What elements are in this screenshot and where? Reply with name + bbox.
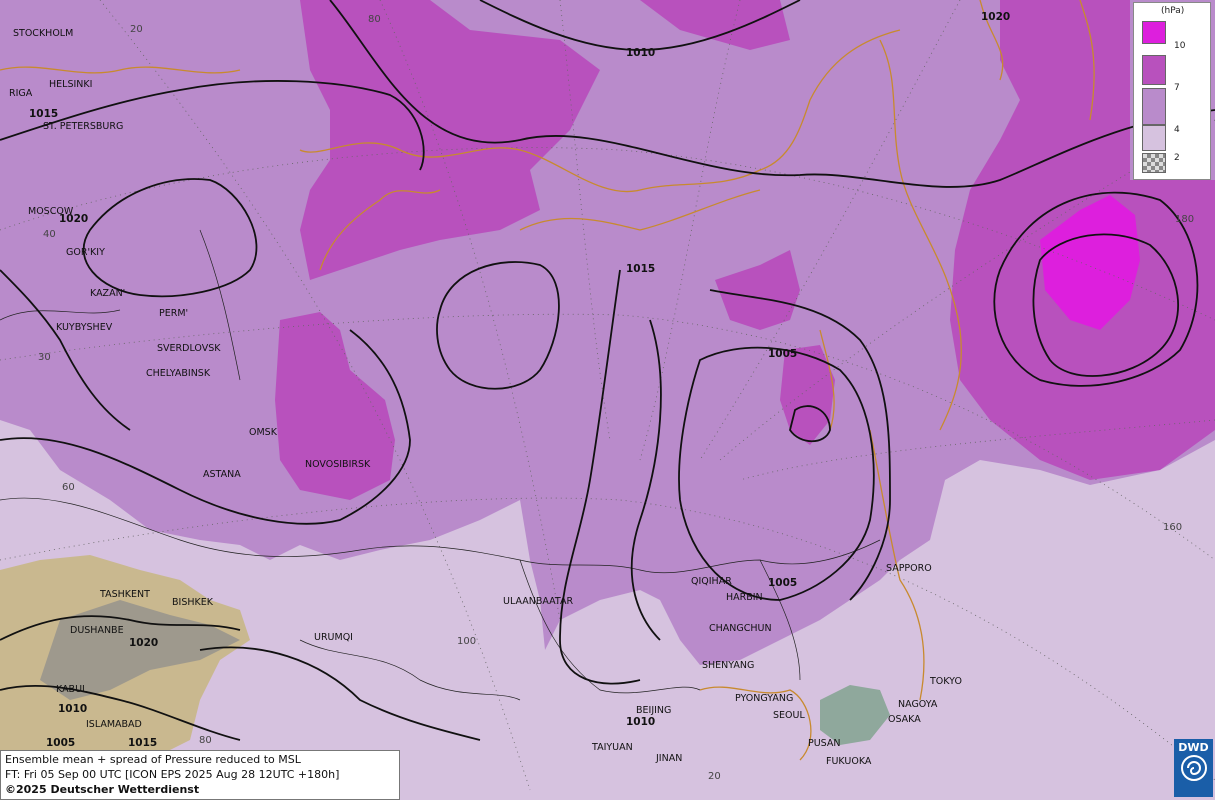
city-perm: PERM'	[159, 308, 188, 319]
isobar-label: 1010	[58, 703, 87, 715]
city-pyongyang: PYONGYANG	[735, 693, 793, 704]
city-qiqihar: QIQIHAR	[691, 576, 732, 587]
city-urumqi: URUMQI	[314, 632, 353, 643]
city-omsk: OMSK	[249, 427, 278, 438]
city-sapporo: SAPPORO	[886, 563, 932, 574]
product-title: Ensemble mean + spread of Pressure reduc…	[5, 753, 301, 766]
city-harbin: HARBIN	[726, 592, 763, 603]
city-kuybyshev: KUYBYSHEV	[56, 322, 113, 333]
city-jinan: JINAN	[655, 753, 682, 764]
city-astana: ASTANA	[203, 469, 241, 480]
city-osaka: OSAKA	[888, 714, 921, 725]
city-st-petersburg: ST. PETERSBURG	[43, 121, 123, 132]
city-bishkek: BISHKEK	[172, 597, 214, 608]
city-gorkiy: GOR'KIY	[66, 247, 105, 258]
isobar-label: 1010	[626, 716, 655, 728]
graticule-label: 60	[62, 482, 75, 493]
legend-level: 2	[1174, 153, 1180, 163]
city-islamabad: ISLAMABAD	[86, 719, 142, 730]
city-fukuoka: FUKUOKA	[826, 756, 872, 767]
city-dushanbe: DUSHANBE	[70, 625, 124, 636]
city-nagoya: NAGOYA	[898, 699, 938, 710]
isobar-label: 1005	[46, 737, 75, 749]
city-beijing: BEIJING	[636, 705, 671, 716]
city-helsinki: HELSINKI	[49, 79, 92, 90]
isobar-label: 1015	[128, 737, 157, 749]
graticule-label: 20	[708, 771, 721, 782]
city-kabul: KABUL	[56, 684, 88, 695]
legend-unit: (hPa)	[1161, 6, 1185, 16]
pressure-map: STOCKHOLM HELSINKI RIGA ST. PETERSBURG M…	[0, 0, 1215, 800]
spread-legend: (hPa) 10 7 4 2	[1133, 2, 1211, 180]
copyright: ©2025 Deutscher Wetterdienst	[5, 783, 200, 796]
legend-swatch-below2	[1142, 153, 1166, 173]
graticule-label: 160	[1163, 522, 1182, 533]
legend-level: 4	[1174, 125, 1180, 135]
dwd-logo: DWD	[1174, 739, 1213, 797]
legend-level: 10	[1174, 41, 1186, 51]
forecast-info-box: Ensemble mean + spread of Pressure reduc…	[0, 750, 400, 800]
legend-swatch-7	[1142, 55, 1166, 85]
city-sverdlovsk: SVERDLOVSK	[157, 343, 221, 354]
city-ulaanbaatar: ULAANBAATAR	[503, 596, 573, 607]
dwd-logo-text: DWD	[1178, 741, 1209, 754]
city-kazan: KAZAN'	[90, 288, 125, 299]
legend-swatch-4	[1142, 88, 1166, 125]
graticule-label: 80	[368, 14, 381, 25]
graticule-label: 80	[199, 735, 212, 746]
isobar-label: 1010	[626, 47, 655, 59]
isobar-label: 1005	[768, 348, 797, 360]
city-taiyuan: TAIYUAN	[591, 742, 633, 753]
graticule-label: 20	[130, 24, 143, 35]
forecast-time: FT: Fri 05 Sep 00 UTC [ICON EPS 2025 Aug…	[5, 768, 340, 781]
city-stockholm: STOCKHOLM	[13, 28, 73, 39]
isobar-label: 1020	[129, 637, 158, 649]
city-riga: RIGA	[9, 88, 33, 99]
city-chelyabinsk: CHELYABINSK	[146, 368, 211, 379]
isobar-label: 1005	[768, 577, 797, 589]
isobar-label: 1020	[59, 213, 88, 225]
city-novosibirsk: NOVOSIBIRSK	[305, 459, 371, 470]
graticule-label: 40	[43, 229, 56, 240]
city-tashkent: TASHKENT	[99, 589, 150, 600]
swirl-icon	[1180, 755, 1207, 781]
graticule-label: 100	[457, 636, 476, 647]
isobar-label: 1020	[981, 11, 1010, 23]
city-tokyo: TOKYO	[929, 676, 962, 687]
graticule-label: 180	[1175, 214, 1194, 225]
graticule-label: 30	[38, 352, 51, 363]
city-shenyang: SHENYANG	[702, 660, 754, 671]
legend-swatch-2	[1142, 125, 1166, 151]
legend-level: 7	[1174, 83, 1180, 93]
isobar-label: 1015	[626, 263, 655, 275]
legend-swatch-10	[1142, 21, 1166, 44]
city-pusan: PUSAN	[808, 738, 841, 749]
city-changchun: CHANGCHUN	[709, 623, 772, 634]
city-seoul: SEOUL	[773, 710, 805, 721]
isobar-label: 1015	[29, 108, 58, 120]
